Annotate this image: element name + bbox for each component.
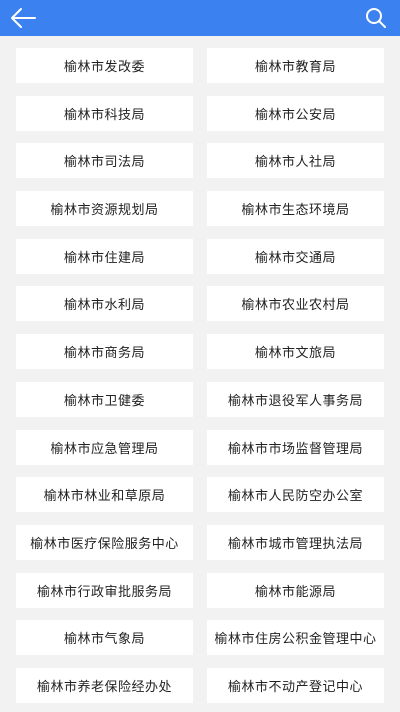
department-row: 榆林市养老保险经办处 榆林市不动产登记中心 [0,656,400,704]
department-button[interactable]: 榆林市医疗保险服务中心 [16,524,193,560]
search-button[interactable] [360,2,392,34]
department-row: 榆林市科技局 榆林市公安局 [0,84,400,132]
department-row: 榆林市水利局 榆林市农业农村局 [0,274,400,322]
department-button[interactable]: 榆林市城市管理执法局 [207,524,384,560]
back-button[interactable] [6,2,40,34]
department-button[interactable]: 榆林市行政审批服务局 [16,572,193,608]
department-row: 榆林市行政审批服务局 榆林市能源局 [0,561,400,609]
arrow-left-icon [11,8,36,28]
department-button[interactable]: 榆林市卫健委 [16,381,193,417]
department-button[interactable]: 榆林市不动产登记中心 [207,667,384,703]
department-button[interactable]: 榆林市资源规划局 [16,191,193,227]
department-button[interactable]: 榆林市林业和草原局 [16,477,193,513]
department-button[interactable]: 榆林市退役军人事务局 [207,381,384,417]
department-row: 榆林市应急管理局 榆林市市场监督管理局 [0,418,400,466]
department-button[interactable]: 榆林市公安局 [207,95,384,131]
department-button[interactable]: 榆林市养老保险经办处 [16,667,193,703]
department-button[interactable]: 榆林市生态环境局 [207,191,384,227]
top-bar [0,0,400,36]
department-button[interactable]: 榆林市人民防空办公室 [207,477,384,513]
department-button[interactable]: 榆林市文旅局 [207,334,384,370]
department-row: 榆林市气象局 榆林市住房公积金管理中心 [0,608,400,656]
department-button[interactable]: 榆林市交通局 [207,238,384,274]
department-button[interactable]: 榆林市能源局 [207,572,384,608]
department-button[interactable]: 榆林市住房公积金管理中心 [207,620,384,656]
department-button[interactable]: 榆林市农业农村局 [207,286,384,322]
department-button[interactable]: 榆林市气象局 [16,620,193,656]
department-row: 榆林市林业和草原局 榆林市人民防空办公室 [0,465,400,513]
department-button[interactable]: 榆林市科技局 [16,95,193,131]
department-row: 榆林市住建局 榆林市交通局 [0,227,400,275]
app-screen: 榆林市发改委 榆林市教育局 榆林市科技局 榆林市公安局 榆林市司法局 榆林市人社局 榆林市资… [0,0,400,712]
department-button[interactable]: 榆林市市场监督管理局 [207,429,384,465]
department-button[interactable]: 榆林市应急管理局 [16,429,193,465]
department-row: 榆林市资源规划局 榆林市生态环境局 [0,179,400,227]
department-button[interactable]: 榆林市教育局 [207,48,384,83]
department-button[interactable]: 榆林市水利局 [16,286,193,322]
department-row: 榆林市司法局 榆林市人社局 [0,131,400,179]
department-row: 榆林市商务局 榆林市文旅局 [0,322,400,370]
department-button[interactable]: 榆林市人社局 [207,143,384,179]
department-row: 榆林市卫健委 榆林市退役军人事务局 [0,370,400,418]
department-button[interactable]: 榆林市发改委 [16,48,193,83]
department-button[interactable]: 榆林市司法局 [16,143,193,179]
department-row: 榆林市发改委 榆林市教育局 [0,36,400,84]
department-button[interactable]: 榆林市住建局 [16,238,193,274]
department-button[interactable]: 榆林市商务局 [16,334,193,370]
department-row: 榆林市医疗保险服务中心 榆林市城市管理执法局 [0,513,400,561]
search-icon [366,8,386,28]
department-grid: 榆林市发改委 榆林市教育局 榆林市科技局 榆林市公安局 榆林市司法局 榆林市人社局 榆林市资… [0,36,400,704]
